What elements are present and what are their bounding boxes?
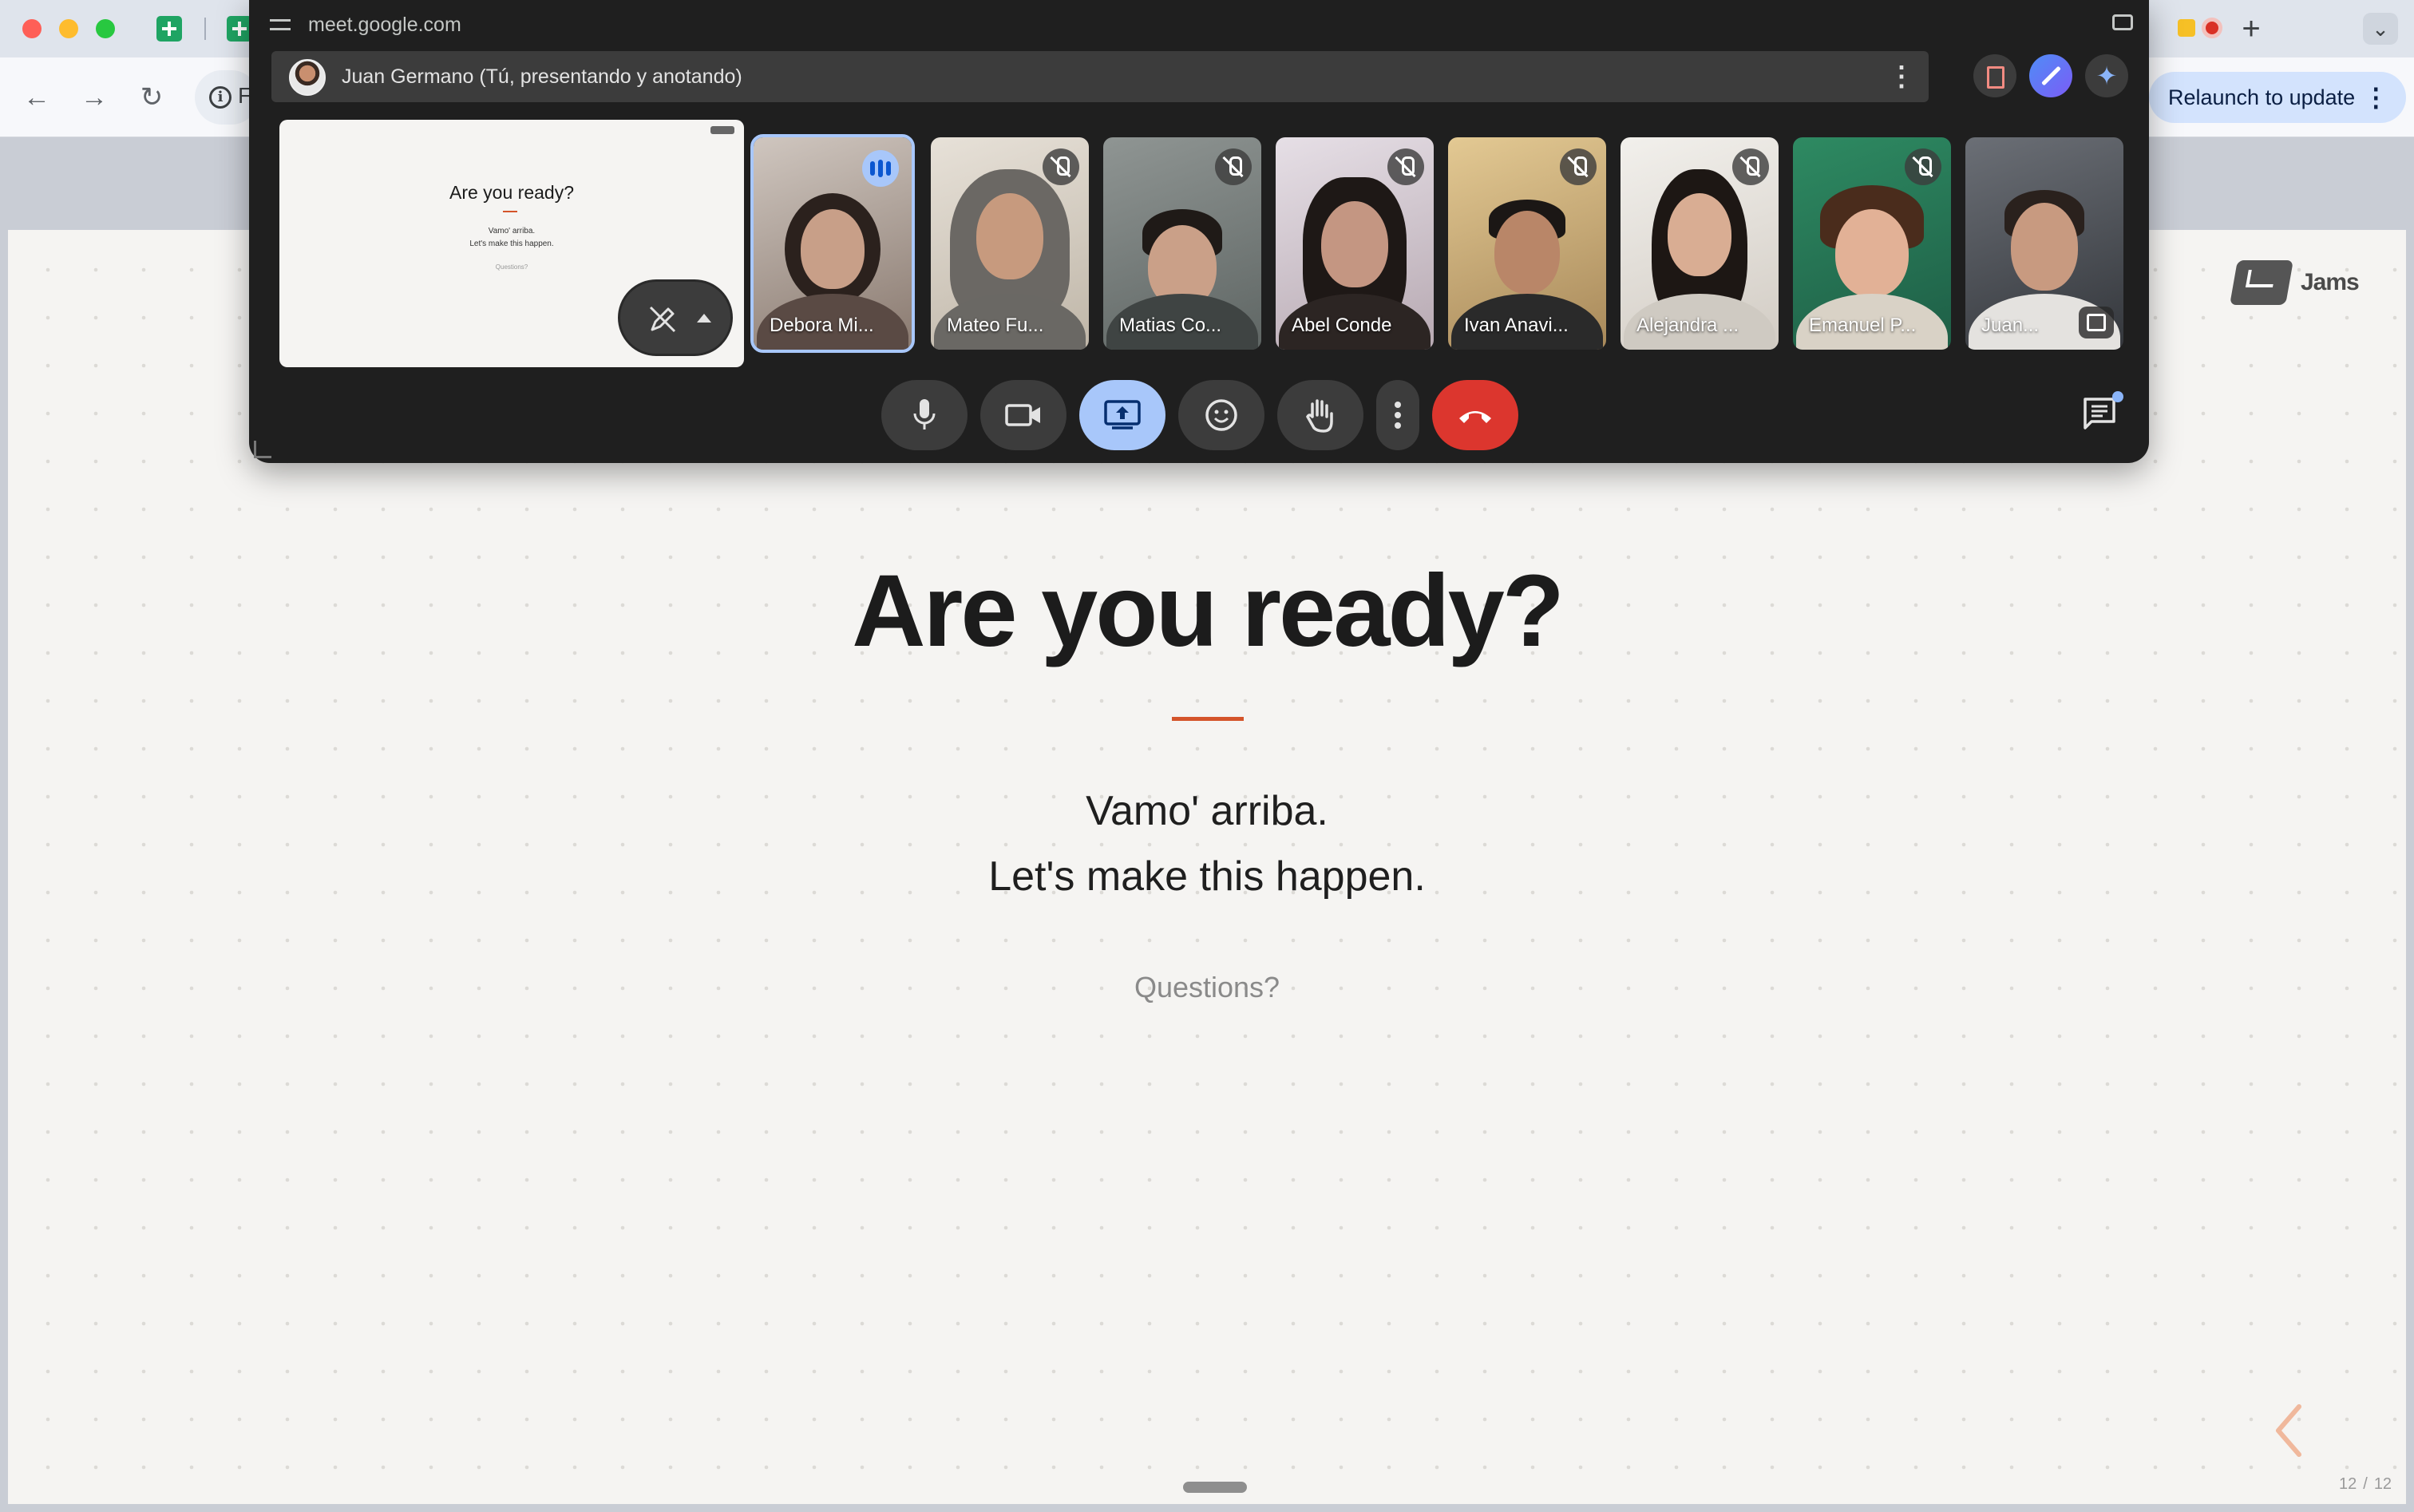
- page-separator: /: [2363, 1475, 2368, 1493]
- participant-tile[interactable]: Juan...: [1965, 137, 2123, 350]
- mic-off-icon: [1387, 148, 1424, 185]
- reload-icon[interactable]: ↻: [129, 75, 174, 120]
- present-to-all-icon: [1104, 400, 1141, 429]
- jams-logo: Jams: [2230, 260, 2360, 305]
- jams-logo-mark-icon: [2230, 260, 2293, 305]
- participant-tile[interactable]: Ivan Anavi...: [1448, 137, 1606, 350]
- participant-tile[interactable]: Abel Conde: [1276, 137, 1434, 350]
- participant-name: Debora Mi...: [770, 315, 874, 336]
- participant-name: Matias Co...: [1119, 315, 1222, 336]
- sheets-tab-icon[interactable]: [156, 16, 182, 42]
- relaunch-label: Relaunch to update: [2168, 85, 2356, 109]
- call-controls: [249, 378, 2149, 455]
- pop-out-icon[interactable]: [2079, 307, 2114, 338]
- mini-slide-divider: [503, 211, 517, 212]
- participant-tile[interactable]: Alejandra ...: [1621, 137, 1779, 350]
- minimize-window-button[interactable]: [59, 19, 78, 38]
- mini-slide-title: Are you ready?: [449, 182, 574, 203]
- more-options-button[interactable]: [1376, 380, 1419, 450]
- tab-divider: [204, 18, 206, 40]
- gemini-sparkle-icon[interactable]: ✦: [2085, 54, 2128, 97]
- participant-name: Alejandra ...: [1636, 315, 1739, 336]
- mic-off-icon: [1905, 148, 1941, 185]
- slide-page-counter: 12 / 12: [2336, 1475, 2395, 1494]
- mini-slide-line-2: Let's make this happen.: [469, 239, 554, 248]
- folder-tab-icon[interactable]: [2178, 19, 2195, 37]
- annotate-pen-icon[interactable]: [2029, 54, 2072, 97]
- recording-tab-icon[interactable]: [2202, 18, 2222, 38]
- site-info-icon[interactable]: i: [209, 86, 232, 109]
- slide-subtitle-line-1: Vamo' arriba.: [1086, 788, 1328, 834]
- forward-arrow-icon[interactable]: →: [72, 75, 117, 120]
- microphone-button[interactable]: [881, 380, 968, 450]
- microphone-icon: [913, 399, 936, 429]
- reactions-button[interactable]: [1178, 380, 1264, 450]
- mini-slide-line-1: Vamo' arriba.: [488, 227, 536, 236]
- mic-off-icon: [1732, 148, 1769, 185]
- participant-name: Ivan Anavi...: [1464, 315, 1569, 336]
- zoom-window-button[interactable]: [96, 19, 115, 38]
- mini-jams-logo-icon: [710, 126, 734, 134]
- pip-url-text: meet.google.com: [308, 13, 461, 36]
- caret-up-icon[interactable]: [697, 314, 711, 323]
- raise-hand-icon: [1306, 399, 1333, 433]
- shared-screen-tile[interactable]: Are you ready? Vamo' arriba. Let's make …: [279, 120, 744, 367]
- participant-tile[interactable]: Emanuel P...: [1793, 137, 1951, 350]
- slide-subtitle-line-2: Let's make this happen.: [988, 853, 1426, 900]
- site-settings-icon[interactable]: [270, 16, 291, 34]
- participant-name: Abel Conde: [1292, 315, 1392, 336]
- slide-title: Are you ready?: [852, 554, 1565, 668]
- more-vert-icon: [1395, 402, 1401, 429]
- speaking-indicator-icon: [862, 150, 899, 187]
- mic-off-icon: [1560, 148, 1597, 185]
- camera-in-use-icon: [2112, 14, 2133, 30]
- previous-slide-chevron-icon[interactable]: [2262, 1402, 2320, 1459]
- page-total: 12: [2373, 1475, 2392, 1493]
- unread-badge: [2112, 391, 2123, 402]
- slide-accent-divider: [1172, 717, 1244, 721]
- notes-icon[interactable]: [1973, 54, 2016, 97]
- chat-button[interactable]: [2082, 391, 2123, 431]
- participant-name: Emanuel P...: [1809, 315, 1917, 336]
- more-vert-icon[interactable]: ⋮: [2363, 72, 2388, 123]
- emoji-icon: [1205, 399, 1237, 431]
- annotation-toggle-button[interactable]: [618, 279, 733, 356]
- participant-name: Juan...: [1981, 315, 2040, 336]
- pen-icon: [649, 306, 676, 333]
- participant-tile[interactable]: Debora Mi...: [750, 134, 915, 353]
- mic-off-icon: [1215, 148, 1252, 185]
- pip-url-bar: meet.google.com: [270, 11, 461, 38]
- back-arrow-icon[interactable]: ←: [14, 75, 59, 120]
- meet-pip-window: meet.google.com Juan Germano (Tú, presen…: [249, 0, 2149, 463]
- mic-off-icon: [1043, 148, 1079, 185]
- raise-hand-button[interactable]: [1277, 380, 1363, 450]
- camera-icon: [1005, 404, 1040, 426]
- present-screen-button[interactable]: [1079, 380, 1165, 450]
- new-tab-button[interactable]: +: [2234, 11, 2269, 46]
- close-window-button[interactable]: [22, 19, 42, 38]
- participant-tile[interactable]: Matias Co...: [1103, 137, 1261, 350]
- tab-search-button[interactable]: ⌄: [2363, 13, 2398, 45]
- resize-handle[interactable]: [254, 441, 271, 458]
- leave-call-button[interactable]: [1432, 380, 1518, 450]
- participant-name: Mateo Fu...: [947, 315, 1044, 336]
- presenter-bar: Juan Germano (Tú, presentando y anotando…: [271, 51, 1929, 102]
- camera-button[interactable]: [980, 380, 1067, 450]
- avatar: [289, 59, 326, 96]
- presenter-label: Juan Germano (Tú, presentando y anotando…: [342, 65, 742, 88]
- presenter-more-icon[interactable]: ⋮: [1886, 57, 1917, 96]
- slide-questions: Questions?: [1134, 971, 1280, 1003]
- page-current: 12: [2339, 1475, 2357, 1493]
- bottom-drag-handle[interactable]: [1183, 1482, 1247, 1493]
- mini-slide-questions: Questions?: [495, 263, 528, 271]
- jams-brand-name: Jams: [2301, 269, 2360, 295]
- participant-tile[interactable]: Mateo Fu...: [931, 137, 1089, 350]
- hang-up-icon: [1459, 411, 1491, 423]
- relaunch-update-button[interactable]: Relaunch to update ⋮: [2149, 72, 2407, 123]
